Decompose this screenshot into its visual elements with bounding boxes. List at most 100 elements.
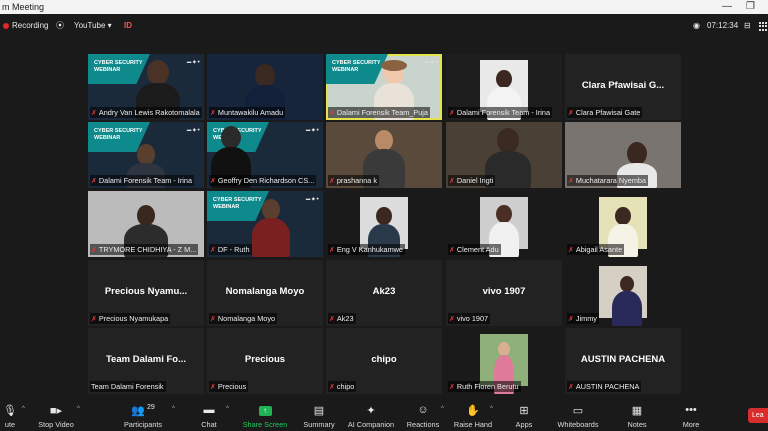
- participant-tile[interactable]: ✗ Eng V Kanhukamwe: [326, 191, 442, 257]
- muted-mic-icon: ✗: [210, 384, 216, 391]
- minimize-icon[interactable]: —: [722, 0, 732, 14]
- apps-button[interactable]: ⊞ Apps: [496, 394, 552, 431]
- participant-name: Andry Van Lewis Rakotomalala: [98, 108, 200, 117]
- participant-face: [620, 276, 634, 293]
- recording-label[interactable]: Recording: [12, 20, 48, 32]
- more-button[interactable]: ••• More: [663, 394, 719, 431]
- participant-tile[interactable]: Precious ✗ Precious: [207, 328, 323, 394]
- stop-video-button[interactable]: ■▸ Stop Video: [28, 394, 84, 431]
- participant-name-label: ✗ Precious Nyamukapa: [90, 313, 171, 324]
- window-title: m Meeting: [2, 2, 45, 12]
- restore-icon[interactable]: ❐: [746, 0, 755, 14]
- participant-display-name: Precious: [244, 354, 286, 365]
- audio-options-caret[interactable]: ^: [22, 406, 25, 412]
- participants-icon: 👥: [131, 405, 145, 417]
- participants-options-caret[interactable]: ^: [172, 406, 175, 412]
- view-fullscreen-icon[interactable]: ⊟: [744, 20, 751, 32]
- video-options-caret[interactable]: ^: [77, 406, 80, 412]
- notes-icon: ▦: [631, 405, 643, 417]
- participant-name-label: ✗ Ruth Floren Berutu: [448, 381, 521, 392]
- apps-icon: ⊞: [519, 405, 529, 417]
- muted-mic-icon: ✗: [329, 247, 335, 254]
- participant-tile[interactable]: CYBER SECURITYWEBINAR▬ ◆ ●✗Geoffry Den R…: [207, 122, 323, 188]
- youtube-label: YouTube: [74, 21, 106, 30]
- participant-tile[interactable]: CYBER SECURITY WEBINAR ▬ ◆ ● ✗ DF - Ruth: [207, 191, 323, 257]
- participant-name: AUSTIN PACHENA: [575, 382, 640, 391]
- participant-tile[interactable]: CYBER SECURITY WEBINAR ▬ ◆ ● ✗ Dalami Forens…: [88, 122, 204, 188]
- participant-name-label: ✗ Dalami Forensik Team - Irina: [90, 175, 195, 186]
- participant-tile[interactable]: Precious Nyamu... ✗ Precious Nyamukapa: [88, 260, 204, 326]
- chevron-down-icon: ▾: [107, 21, 112, 30]
- participant-tile[interactable]: ✗ Clement Adu: [446, 191, 562, 257]
- share-screen-button[interactable]: ↑ Share Screen: [237, 394, 293, 431]
- raise-hand-button[interactable]: ✋ Raise Hand: [445, 394, 501, 431]
- participant-tile[interactable]: ✗ Dalami Forensik Team - Irina: [446, 54, 562, 120]
- muted-mic-icon: ✗: [568, 178, 574, 185]
- participant-name: DF - Ruth: [217, 245, 250, 254]
- participant-face: [497, 128, 519, 154]
- muted-mic-icon: ✗: [91, 316, 97, 323]
- participant-face: [221, 126, 241, 149]
- participant-name-label: ✗ chipo: [328, 381, 357, 392]
- sparkle-icon: ✦: [366, 405, 376, 417]
- participant-name-label: ✗ Clara Pfawisai Gate: [567, 107, 643, 118]
- participant-name-label: ✗ DF - Ruth: [209, 244, 252, 255]
- participant-display-name: Ak23: [372, 286, 396, 297]
- participant-tile[interactable]: ✗ Muntawakilu Amadu: [207, 54, 323, 120]
- sponsor-logos-icon: ▬ ◆ ●: [305, 196, 319, 201]
- participant-tile[interactable]: ✗ Jimmy: [565, 260, 681, 326]
- participant-tile[interactable]: Nomalanga Moyo ✗ Nomalanga Moyo: [207, 260, 323, 326]
- participants-button[interactable]: 👥 29 Participants: [115, 394, 171, 431]
- recording-dot-icon: [3, 23, 9, 29]
- participant-name-label: ✗ vivo 1907: [448, 313, 491, 324]
- muted-mic-icon: ✗: [568, 110, 574, 117]
- participant-name: Team Dalami Forensik: [91, 382, 164, 391]
- participant-tile[interactable]: ✗ TRYMORE CHIDHIYA - Z M...: [88, 191, 204, 257]
- participant-display-name: Clara Pfawisai G...: [581, 80, 665, 91]
- participant-name: Precious: [217, 382, 247, 391]
- participant-hair: [381, 60, 407, 71]
- notes-button[interactable]: ▦ Notes: [609, 394, 665, 431]
- participant-tile[interactable]: vivo 1907 ✗ vivo 1907: [446, 260, 562, 326]
- reactions-button[interactable]: ☺ Reactions: [395, 394, 451, 431]
- participant-name-label: ✗ Dalami Forensik Team_Puja: [328, 107, 430, 118]
- leave-button[interactable]: Lea: [748, 408, 768, 423]
- participant-tile[interactable]: chipo ✗ chipo: [326, 328, 442, 394]
- whiteboards-button[interactable]: ▭ Whiteboards: [550, 394, 606, 431]
- muted-mic-icon: ✗: [210, 178, 216, 185]
- chat-button[interactable]: ▬ Chat: [181, 394, 237, 431]
- ai-companion-button[interactable]: ✦ AI Companion: [343, 394, 399, 431]
- chat-options-caret[interactable]: ^: [226, 406, 229, 412]
- participant-tile[interactable]: ✗ Muchatarara Nyemba: [565, 122, 681, 188]
- participant-face: [498, 342, 510, 356]
- sponsor-logos-icon: ▬ ◆ ●: [186, 127, 200, 132]
- sponsor-logos-icon: ▬ ◆ ●: [305, 127, 319, 132]
- webinar-banner-text: CYBER SECURITYWEBINAR: [94, 60, 143, 73]
- participant-tile[interactable]: Team Dalami Fo... Team Dalami Forensik: [88, 328, 204, 394]
- participant-tile[interactable]: Clara Pfawisai G... ✗ Clara Pfawisai Gate: [565, 54, 681, 120]
- participant-face: [147, 60, 169, 86]
- muted-mic-icon: ✗: [91, 178, 97, 185]
- participant-tile[interactable]: CYBER SECURITY WEBINAR ▬ ◆ ● ✗ Andry Van Lew…: [88, 54, 204, 120]
- participant-tile[interactable]: ✗ Abigail Asante: [565, 191, 681, 257]
- summary-button[interactable]: ▤ Summary: [291, 394, 347, 431]
- youtube-dropdown[interactable]: YouTube ▾: [74, 20, 112, 32]
- participant-tile[interactable]: ✗ Ruth Floren Berutu: [446, 328, 562, 394]
- participant-tile[interactable]: Ak23 ✗ Ak23: [326, 260, 442, 326]
- participant-tile[interactable]: CYBER SECURITY WEBINAR ▬ ◆ ● ✗ Dalami Forens…: [326, 54, 442, 120]
- participant-name-label: ✗ Geoffry Den Richardson CS...: [209, 175, 317, 186]
- gallery-view-icon[interactable]: [759, 22, 768, 31]
- security-shield-icon: ◉: [693, 21, 700, 30]
- meeting-id-badge[interactable]: ID: [124, 20, 132, 32]
- raise-hand-options-caret[interactable]: ^: [490, 406, 493, 412]
- participant-tile[interactable]: AUSTIN PACHENA ✗ AUSTIN PACHENA: [565, 328, 681, 394]
- muted-mic-icon: ✗: [91, 247, 97, 254]
- participant-name-label: ✗ prashanna k: [328, 175, 380, 186]
- reactions-options-caret[interactable]: ^: [441, 406, 444, 412]
- participant-tile[interactable]: ✗ Daniel Ingti: [446, 122, 562, 188]
- participant-face: [255, 64, 275, 87]
- participant-tile[interactable]: ✗ prashanna k: [326, 122, 442, 188]
- sponsor-logos-icon: ▬ ◆ ●: [424, 59, 438, 64]
- participant-face: [262, 199, 280, 220]
- participant-display-name: Team Dalami Fo...: [105, 354, 187, 365]
